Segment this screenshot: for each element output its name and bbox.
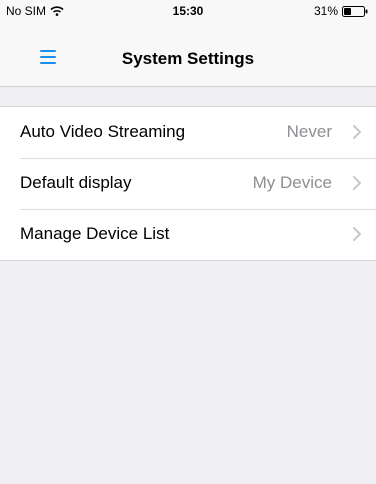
setting-label: Default display [20,173,132,192]
battery-percent: 31% [313,4,338,18]
battery-icon [342,5,368,17]
setting-row-default-display[interactable]: Default display My Device [0,158,376,209]
settings-list: Auto Video Streaming Never Default displ… [0,106,376,261]
setting-value: Never [286,122,332,141]
status-right: 31% [314,4,368,18]
page-title: System Settings [121,49,255,68]
top-bar: No SIM 15:30 31% System Settings [0,0,376,87]
navigation-bar: System Settings [0,20,376,86]
setting-label: Manage Device List [20,224,170,243]
setting-value: My Device [252,173,332,192]
chevron-right-icon [353,176,361,190]
status-bar: No SIM 15:30 31% [0,0,376,20]
setting-row-manage-device-list[interactable]: Manage Device List [0,209,376,260]
chevron-right-icon [353,227,361,241]
chevron-right-icon [353,125,361,139]
setting-row-auto-video-streaming[interactable]: Auto Video Streaming Never [0,107,376,158]
setting-label: Auto Video Streaming [20,122,186,141]
